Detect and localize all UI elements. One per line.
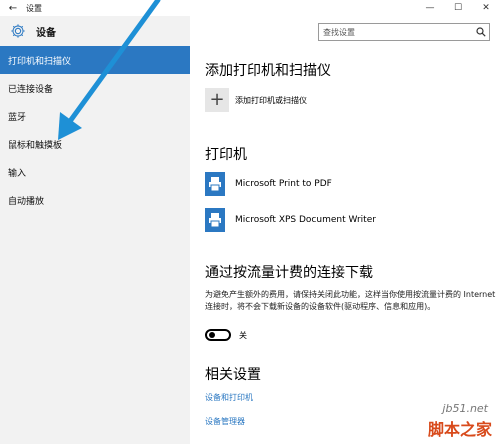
sidebar-item-connected-devices[interactable]: 已连接设备 xyxy=(0,74,190,102)
sidebar-item-label: 输入 xyxy=(8,168,27,179)
sidebar: 设备 打印机和扫描仪 已连接设备 蓝牙 鼠标和触摸板 输入 自动播放 xyxy=(0,16,190,444)
back-arrow-icon[interactable]: ← xyxy=(0,3,26,14)
sidebar-item-bluetooth[interactable]: 蓝牙 xyxy=(0,102,190,130)
metered-section-title: 通过按流量计费的连接下载 xyxy=(205,265,373,281)
watermark-brand: 脚本之家 xyxy=(427,420,492,439)
toggle-knob xyxy=(209,332,215,338)
sidebar-item-autoplay[interactable]: 自动播放 xyxy=(0,186,190,214)
settings-window: ← 设置 — ☐ ✕ 设备 打印机和扫描仪 已连接设备 蓝牙 鼠标和触摸板 输入… xyxy=(0,0,500,444)
sidebar-item-mouse-touchpad[interactable]: 鼠标和触摸板 xyxy=(0,130,190,158)
gear-icon xyxy=(8,21,28,41)
plus-icon: + xyxy=(205,88,229,112)
printer-icon xyxy=(205,172,225,196)
sidebar-item-label: 蓝牙 xyxy=(8,112,27,123)
device-manager-link[interactable]: 设备管理器 xyxy=(205,416,245,427)
related-settings-title: 相关设置 xyxy=(205,367,261,383)
printer-icon xyxy=(205,208,225,232)
metered-toggle[interactable] xyxy=(205,329,231,341)
metered-description: 为避免产生额外的费用，请保持关闭此功能，这样当你使用按流量计费的 Interne… xyxy=(205,290,496,311)
sidebar-item-label: 打印机和扫描仪 xyxy=(8,56,72,67)
metered-toggle-row: 关 xyxy=(205,329,247,341)
devices-printers-link[interactable]: 设备和打印机 xyxy=(205,392,253,403)
printer-item[interactable]: Microsoft Print to PDF xyxy=(205,172,332,196)
add-section-title: 添加打印机和扫描仪 xyxy=(205,63,331,79)
add-printer-button[interactable]: + 添加打印机或扫描仪 xyxy=(205,88,307,112)
printer-name: Microsoft Print to PDF xyxy=(235,179,332,189)
sidebar-item-typing[interactable]: 输入 xyxy=(0,158,190,186)
main-content: 添加打印机和扫描仪 + 添加打印机或扫描仪 打印机 Microsoft Prin… xyxy=(205,0,500,444)
sidebar-header-title: 设备 xyxy=(36,27,56,39)
add-printer-label: 添加打印机或扫描仪 xyxy=(235,95,307,105)
sidebar-header: 设备 xyxy=(0,16,190,46)
watermark-url: jb51.net xyxy=(442,402,488,415)
toggle-state-label: 关 xyxy=(239,330,247,340)
printer-name: Microsoft XPS Document Writer xyxy=(235,215,376,225)
sidebar-item-label: 已连接设备 xyxy=(8,84,54,95)
sidebar-item-label: 鼠标和触摸板 xyxy=(8,140,63,151)
printers-section-title: 打印机 xyxy=(205,147,247,163)
sidebar-item-label: 自动播放 xyxy=(8,196,45,207)
printer-item[interactable]: Microsoft XPS Document Writer xyxy=(205,208,376,232)
sidebar-item-printers-scanners[interactable]: 打印机和扫描仪 xyxy=(0,46,190,74)
